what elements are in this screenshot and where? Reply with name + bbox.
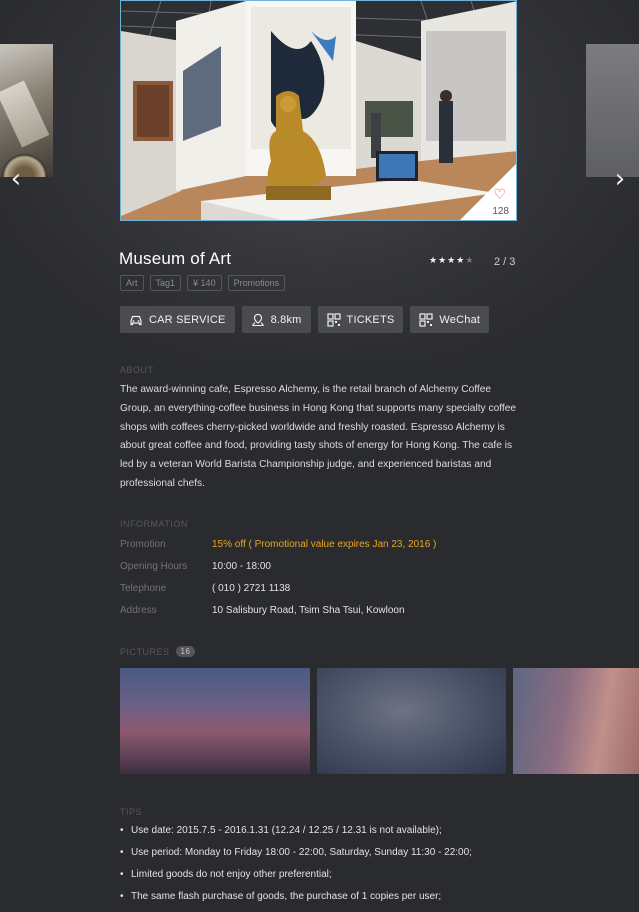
promotion-value: 15% off ( Promotional value expires Jan … <box>212 539 437 550</box>
action-bar: CAR SERVICE 8.8km TICKETS WeChat <box>120 306 490 333</box>
tips-heading: TIPS <box>120 807 143 817</box>
tag[interactable]: ¥ 140 <box>187 275 222 291</box>
heart-icon[interactable]: ♡ <box>493 187 506 203</box>
star-icon: ★ <box>429 256 439 266</box>
info-label: Opening Hours <box>120 561 188 572</box>
picture-thumbnail[interactable] <box>317 668 506 774</box>
wechat-button[interactable]: WeChat <box>410 306 490 333</box>
tickets-button[interactable]: TICKETS <box>317 306 404 333</box>
car-service-label: CAR SERVICE <box>149 313 226 326</box>
info-row-address: Address 10 Salisbury Road, Tsim Sha Tsui… <box>120 605 405 616</box>
star-icon: ★ <box>456 256 466 266</box>
pictures-heading-label: PICTURES <box>120 647 170 657</box>
map-pin-icon <box>251 313 264 326</box>
page-indicator: 2 / 3 <box>494 256 516 268</box>
venue-title: Museum of Art <box>119 249 232 268</box>
like-count: 128 <box>492 206 509 217</box>
tip-item: Use period: Monday to Friday 18:00 - 22:… <box>120 847 540 869</box>
star-icon: ★ <box>447 256 457 266</box>
opening-hours-value: 10:00 - 18:00 <box>212 561 271 572</box>
qr-code-icon <box>326 312 341 327</box>
chevron-right-icon[interactable]: › <box>613 166 627 192</box>
gallery-photo <box>121 1 516 220</box>
distance-label: 8.8km <box>270 313 302 326</box>
tips-list: Use date: 2015.7.5 - 2016.1.31 (12.24 / … <box>120 825 540 912</box>
tag-list: Art Tag1 ¥ 140 Promotions <box>120 275 286 291</box>
distance-button[interactable]: 8.8km <box>241 306 311 333</box>
tip-item: Use date: 2015.7.5 - 2016.1.31 (12.24 / … <box>120 825 540 847</box>
tickets-label: TICKETS <box>346 313 395 326</box>
tip-item: Limited goods do not enjoy other prefere… <box>120 869 540 891</box>
address-value[interactable]: 10 Salisbury Road, Tsim Sha Tsui, Kowloo… <box>212 605 405 616</box>
wechat-label: WeChat <box>439 313 481 326</box>
previous-image-thumbnail[interactable] <box>0 44 53 177</box>
qr-code-icon <box>419 312 434 327</box>
pictures-heading: PICTURES 16 <box>120 646 196 657</box>
hero-image[interactable]: ♡ 128 <box>120 0 517 221</box>
tag[interactable]: Art <box>120 275 144 291</box>
info-label: Telephone <box>120 583 167 594</box>
info-label: Address <box>120 605 157 616</box>
info-row-hours: Opening Hours 10:00 - 18:00 <box>120 561 271 572</box>
information-heading: INFORMATION <box>120 519 188 529</box>
pictures-count-badge: 16 <box>175 646 196 657</box>
picture-thumbnail[interactable] <box>120 668 310 774</box>
info-row-promotion: Promotion 15% off ( Promotional value ex… <box>120 539 436 550</box>
about-text: The award-winning cafe, Espresso Alchemy… <box>120 384 517 489</box>
tag[interactable]: Promotions <box>227 275 286 291</box>
info-label: Promotion <box>120 539 166 550</box>
chevron-left-icon[interactable]: ‹ <box>9 166 23 192</box>
picture-thumbnail[interactable] <box>513 668 639 774</box>
tip-item: The same flash purchase of goods, the pu… <box>120 891 540 912</box>
tag[interactable]: Tag1 <box>149 275 182 291</box>
car-service-button[interactable]: CAR SERVICE <box>120 306 235 333</box>
telephone-value[interactable]: ( 010 ) 2721 1138 <box>212 583 290 594</box>
star-icon: ★ <box>438 256 448 266</box>
car-icon <box>130 315 142 325</box>
next-image-thumbnail[interactable] <box>586 44 639 177</box>
info-row-telephone: Telephone ( 010 ) 2721 1138 <box>120 583 290 594</box>
star-rating: ★★★★★ <box>429 256 474 266</box>
about-heading: ABOUT <box>120 365 154 375</box>
star-empty-icon: ★ <box>465 256 475 266</box>
